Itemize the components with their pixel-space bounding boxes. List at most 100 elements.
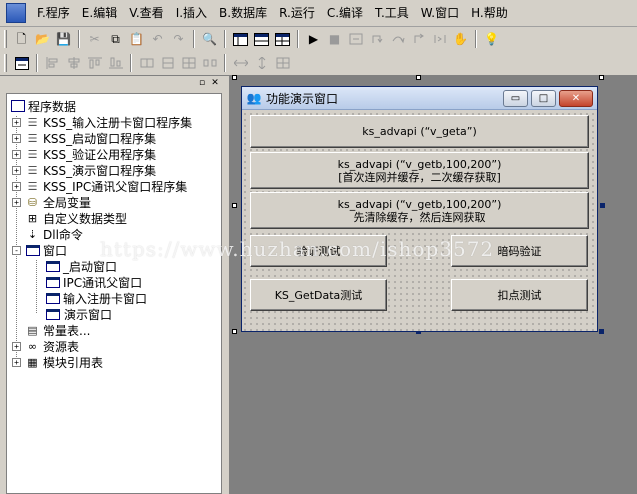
- center-both-icon[interactable]: [272, 53, 293, 73]
- run-to-cursor-icon[interactable]: [429, 29, 450, 49]
- toolbar-grip[interactable]: [4, 30, 7, 48]
- expand-toggle-icon[interactable]: +: [12, 117, 21, 127]
- align-center-icon[interactable]: [63, 53, 84, 73]
- save-icon[interactable]: 💾: [53, 29, 74, 49]
- undo-icon[interactable]: ↶: [147, 29, 168, 49]
- maximize-icon[interactable]: □: [531, 90, 556, 107]
- tree-item-startup-module[interactable]: + ☰ KSS_启动窗口程序集: [7, 130, 221, 146]
- window-icon: [45, 307, 60, 321]
- menu-compile[interactable]: C.编译: [323, 4, 367, 22]
- tree-item-label: _启动窗口: [63, 259, 118, 274]
- menu-insert[interactable]: I.插入: [172, 4, 211, 22]
- tree-item-reg-card-window[interactable]: 输入注册卡窗口: [7, 290, 221, 306]
- verify-test-button[interactable]: 验证测试: [250, 235, 387, 267]
- expand-toggle-icon[interactable]: +: [12, 149, 21, 159]
- tree-item-dll-commands[interactable]: ⇣ Dll命令: [7, 226, 221, 242]
- align-left-icon[interactable]: [42, 53, 63, 73]
- tree-item-verify-module[interactable]: + ☰ KSS_验证公用程序集: [7, 146, 221, 162]
- tree-item-demo-window[interactable]: 演示窗口: [7, 306, 221, 322]
- deduct-points-test-button[interactable]: 扣点测试: [451, 279, 588, 311]
- panel-minimize-icon[interactable]: ▫: [197, 78, 207, 88]
- expand-toggle-icon[interactable]: +: [12, 165, 21, 175]
- space-horizontal-icon[interactable]: [199, 53, 220, 73]
- resize-handle[interactable]: [232, 203, 237, 208]
- align-top-icon[interactable]: [84, 53, 105, 73]
- run-icon[interactable]: ▶: [303, 29, 324, 49]
- paste-icon[interactable]: 📋: [126, 29, 147, 49]
- form-titlebar[interactable]: 👥 功能演示窗口 ▭ □ ✕: [242, 87, 597, 110]
- resize-handle[interactable]: [600, 203, 605, 208]
- expand-toggle-icon[interactable]: +: [12, 181, 21, 191]
- advapi-geta-button[interactable]: ks_advapi (“v_geta”): [250, 115, 589, 148]
- tree-item-windows[interactable]: - 窗口: [7, 242, 221, 258]
- menu-file[interactable]: F.程序: [33, 4, 74, 22]
- resize-handle[interactable]: [232, 329, 237, 334]
- copy-icon[interactable]: ⧉: [105, 29, 126, 49]
- tree-item-startup-window[interactable]: _启动窗口: [7, 258, 221, 274]
- advapi-getb-cached-button[interactable]: ks_advapi (“v_getb,100,200”) [首次连网并缓存，二次…: [250, 152, 589, 189]
- step-out-icon[interactable]: [408, 29, 429, 49]
- expand-toggle-icon[interactable]: +: [12, 133, 21, 143]
- tree-item-demo-module[interactable]: + ☰ KSS_演示窗口程序集: [7, 162, 221, 178]
- tree-item-constants[interactable]: ▤ 常量表...: [7, 322, 221, 338]
- align-bottom-icon[interactable]: [105, 53, 126, 73]
- menu-tools[interactable]: T.工具: [371, 4, 413, 22]
- tree-item-ipc-module[interactable]: + ☰ KSS_IPC通讯父窗口程序集: [7, 178, 221, 194]
- layout-grid-icon[interactable]: [272, 29, 293, 49]
- tree-item-resources[interactable]: + ∞ 资源表: [7, 338, 221, 354]
- new-file-icon[interactable]: 🗋: [11, 29, 32, 49]
- layout-window-icon[interactable]: [230, 29, 251, 49]
- resize-handle[interactable]: [599, 329, 604, 334]
- project-tree[interactable]: 程序数据 + ☰ KSS_输入注册卡窗口程序集 + ☰ KSS_启动窗口程序集 …: [6, 93, 222, 494]
- center-horizontal-icon[interactable]: [230, 53, 251, 73]
- tree-item-custom-types[interactable]: ⊞ 自定义数据类型: [7, 210, 221, 226]
- expand-toggle-icon[interactable]: +: [12, 341, 21, 351]
- find-icon[interactable]: 🔍: [199, 29, 220, 49]
- form-grid-icon[interactable]: [11, 53, 32, 73]
- menu-edit[interactable]: E.编辑: [78, 4, 121, 22]
- form-title: 功能演示窗口: [266, 91, 339, 106]
- tree-item-ipc-window[interactable]: IPC通讯父窗口: [7, 274, 221, 290]
- expand-toggle-icon[interactable]: +: [12, 197, 21, 207]
- expand-toggle-icon[interactable]: +: [12, 357, 21, 367]
- hidden-code-verify-button[interactable]: 暗码验证: [451, 235, 588, 267]
- layout-split-icon[interactable]: [251, 29, 272, 49]
- same-height-icon[interactable]: [157, 53, 178, 73]
- help-bulb-icon[interactable]: 💡: [481, 29, 502, 49]
- tree-item-input-reg-card[interactable]: + ☰ KSS_输入注册卡窗口程序集: [7, 114, 221, 130]
- hand-icon[interactable]: ✋: [450, 29, 471, 49]
- resize-handle[interactable]: [599, 75, 604, 80]
- getdata-test-button[interactable]: KS_GetData测试: [250, 279, 387, 311]
- redo-icon[interactable]: ↷: [168, 29, 189, 49]
- same-size-icon[interactable]: [178, 53, 199, 73]
- minimize-icon[interactable]: ▭: [503, 90, 528, 107]
- tree-root[interactable]: 程序数据: [7, 98, 221, 114]
- step-into-icon[interactable]: [366, 29, 387, 49]
- toolbar-grip[interactable]: [4, 54, 7, 72]
- menu-window[interactable]: W.窗口: [417, 4, 463, 22]
- resize-handle[interactable]: [416, 75, 421, 80]
- tree-item-global-vars[interactable]: + ⛁ 全局变量: [7, 194, 221, 210]
- menu-run[interactable]: R.运行: [275, 4, 319, 22]
- step-over-icon[interactable]: [387, 29, 408, 49]
- toolbar-separator: [78, 30, 80, 48]
- menu-help[interactable]: H.帮助: [467, 4, 512, 22]
- window-controls: ▭ □ ✕: [503, 90, 593, 107]
- advapi-getb-refresh-button[interactable]: ks_advapi (“v_getb,100,200”) 先清除缓存，然后连网获…: [250, 192, 589, 229]
- tree-item-module-refs[interactable]: + ▦ 模块引用表: [7, 354, 221, 370]
- collapse-toggle-icon[interactable]: -: [12, 245, 21, 255]
- debug-step-icon[interactable]: [345, 29, 366, 49]
- same-width-icon[interactable]: [136, 53, 157, 73]
- panel-close-icon[interactable]: ✕: [210, 78, 220, 88]
- resize-handle[interactable]: [232, 75, 237, 80]
- form-client-area[interactable]: ks_advapi (“v_geta”) ks_advapi (“v_getb,…: [242, 111, 597, 331]
- menu-view[interactable]: V.查看: [125, 4, 167, 22]
- demo-form-window[interactable]: 👥 功能演示窗口 ▭ □ ✕ ks_advapi (“v_geta”) ks_a…: [241, 86, 598, 332]
- center-vertical-icon[interactable]: [251, 53, 272, 73]
- button-text: 暗码验证: [497, 244, 542, 258]
- open-folder-icon[interactable]: 📂: [32, 29, 53, 49]
- menu-database[interactable]: B.数据库: [215, 4, 271, 22]
- cut-icon[interactable]: ✂: [84, 29, 105, 49]
- close-icon[interactable]: ✕: [559, 90, 593, 107]
- stop-icon[interactable]: ■: [324, 29, 345, 49]
